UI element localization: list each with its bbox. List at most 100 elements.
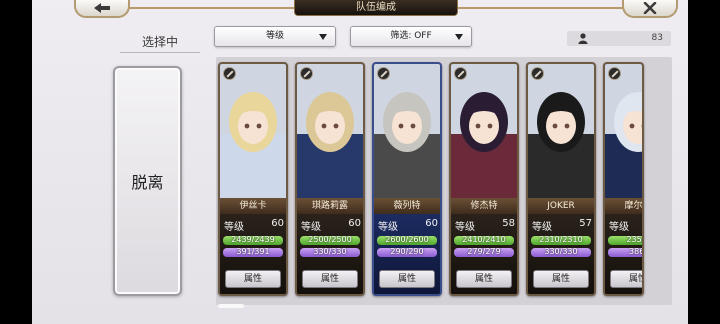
sp-value: 330/330 (313, 248, 347, 256)
level-value: 60 (348, 218, 361, 229)
level-label: 等级 (455, 222, 475, 233)
attributes-button[interactable]: 属性 (610, 270, 642, 288)
hp-value: 2600/2600 (385, 236, 429, 244)
level-label: 等级 (224, 222, 244, 233)
level-label: 等级 (532, 222, 552, 233)
level-label: 等级 (609, 222, 629, 233)
character-portrait (374, 64, 440, 198)
character-stats: 等级 58 2410/2410 279/279 属性 (451, 214, 517, 294)
character-name: 琪路莉露 (297, 198, 363, 214)
sp-bar: 386/ (608, 248, 644, 257)
character-card[interactable]: 修杰特 等级 58 2410/2410 279/279 属性 (449, 62, 519, 296)
close-button[interactable] (622, 0, 678, 18)
attributes-button[interactable]: 属性 (456, 270, 512, 288)
lock-icon[interactable] (223, 67, 236, 80)
level-row: 等级 60 (301, 218, 361, 233)
attributes-button[interactable]: 属性 (225, 270, 281, 288)
level-row: 等级 60 (224, 218, 284, 233)
sp-bar: 279/279 (454, 248, 514, 257)
character-stats: 等级 57 2310/2310 330/330 属性 (528, 214, 594, 294)
selecting-underline (120, 52, 200, 53)
selecting-label: 选择中 (141, 35, 178, 49)
header-rule-left (122, 7, 294, 9)
character-card[interactable]: 琪路莉露 等级 60 2500/2500 330/330 属性 (295, 62, 365, 296)
character-name: 伊丝卡 (220, 198, 286, 214)
level-value: 57 (579, 218, 592, 229)
attributes-button[interactable]: 属性 (302, 270, 358, 288)
character-stats: 等级 60 2600/2600 290/290 属性 (374, 214, 440, 294)
sp-bar: 330/330 (531, 248, 591, 257)
filter-dropdown[interactable]: 筛选: OFF (350, 26, 472, 47)
character-name: JOKER (528, 198, 594, 214)
sp-value: 290/290 (390, 248, 424, 256)
sp-value: 386/ (629, 248, 644, 256)
party-formation-screen: 队伍编成 选择中 脱离 等级 筛选: OFF 83 伊丝卡 等级 60 2439… (32, 0, 688, 324)
filter-dropdown-value: 筛选: OFF (390, 31, 432, 41)
attributes-button[interactable]: 属性 (533, 270, 589, 288)
hp-value: 2500/2500 (308, 236, 352, 244)
sp-value: 391/391 (236, 248, 270, 256)
hp-bar: 2439/2439 (223, 236, 283, 245)
level-row: 等级 58 (455, 218, 515, 233)
page-title: 队伍编成 (294, 0, 458, 16)
letterbox-left (0, 0, 32, 324)
leave-party-label: 脱离 (131, 173, 164, 192)
sp-bar: 391/391 (223, 248, 283, 257)
hp-value: 2410/2410 (462, 236, 506, 244)
sp-bar: 290/290 (377, 248, 437, 257)
character-stats: 等级 60 2500/2500 330/330 属性 (297, 214, 363, 294)
back-arrow-icon (94, 3, 110, 13)
hp-value: 2439/2439 (231, 236, 275, 244)
attributes-button[interactable]: 属性 (379, 270, 435, 288)
chevron-down-icon (319, 34, 327, 40)
roster-count: 83 (567, 31, 671, 46)
roster-count-value: 83 (651, 33, 663, 43)
character-portrait (605, 64, 642, 198)
person-icon (578, 33, 588, 44)
character-portrait (451, 64, 517, 198)
character-name: 薇列特 (374, 198, 440, 214)
level-row: 等级 (609, 218, 642, 233)
sort-dropdown-value: 等级 (265, 31, 284, 41)
character-card[interactable]: 摩尔加 等级 2354/ 386/ 属性 (603, 62, 644, 296)
lock-icon[interactable] (300, 67, 313, 80)
lock-icon[interactable] (377, 67, 390, 80)
level-value: 60 (425, 218, 438, 229)
level-row: 等级 57 (532, 218, 592, 233)
lock-icon[interactable] (608, 67, 621, 80)
level-label: 等级 (301, 222, 321, 233)
sp-value: 279/279 (467, 248, 501, 256)
level-value: 60 (271, 218, 284, 229)
hp-bar: 2500/2500 (300, 236, 360, 245)
sort-dropdown[interactable]: 等级 (214, 26, 336, 47)
character-card[interactable]: JOKER 等级 57 2310/2310 330/330 属性 (526, 62, 596, 296)
close-icon (643, 2, 657, 14)
header-rule-right (458, 7, 628, 9)
level-label: 等级 (378, 222, 398, 233)
back-button[interactable] (74, 0, 130, 18)
character-name: 摩尔加 (605, 198, 642, 214)
sp-bar: 330/330 (300, 248, 360, 257)
chevron-down-icon (455, 34, 463, 40)
level-row: 等级 60 (378, 218, 438, 233)
sp-value: 330/330 (544, 248, 578, 256)
character-portrait (528, 64, 594, 198)
character-portrait (220, 64, 286, 198)
hp-bar: 2354/ (608, 236, 642, 245)
lock-icon[interactable] (454, 67, 467, 80)
hp-value: 2354/ (626, 236, 642, 244)
character-card[interactable]: 薇列特 等级 60 2600/2600 290/290 属性 (372, 62, 442, 296)
hp-bar: 2410/2410 (454, 236, 514, 245)
lock-icon[interactable] (531, 67, 544, 80)
character-stats: 等级 2354/ 386/ 属性 (605, 214, 644, 294)
hp-value: 2310/2310 (539, 236, 583, 244)
horizontal-scrollbar-thumb[interactable] (218, 304, 244, 308)
hp-bar: 2310/2310 (531, 236, 591, 245)
hp-bar: 2600/2600 (377, 236, 437, 245)
character-portrait (297, 64, 363, 198)
character-stats: 等级 60 2439/2439 391/391 属性 (220, 214, 286, 294)
letterbox-right (688, 0, 720, 324)
character-card[interactable]: 伊丝卡 等级 60 2439/2439 391/391 属性 (218, 62, 288, 296)
character-name: 修杰特 (451, 198, 517, 214)
leave-party-button[interactable]: 脱离 (113, 66, 182, 296)
